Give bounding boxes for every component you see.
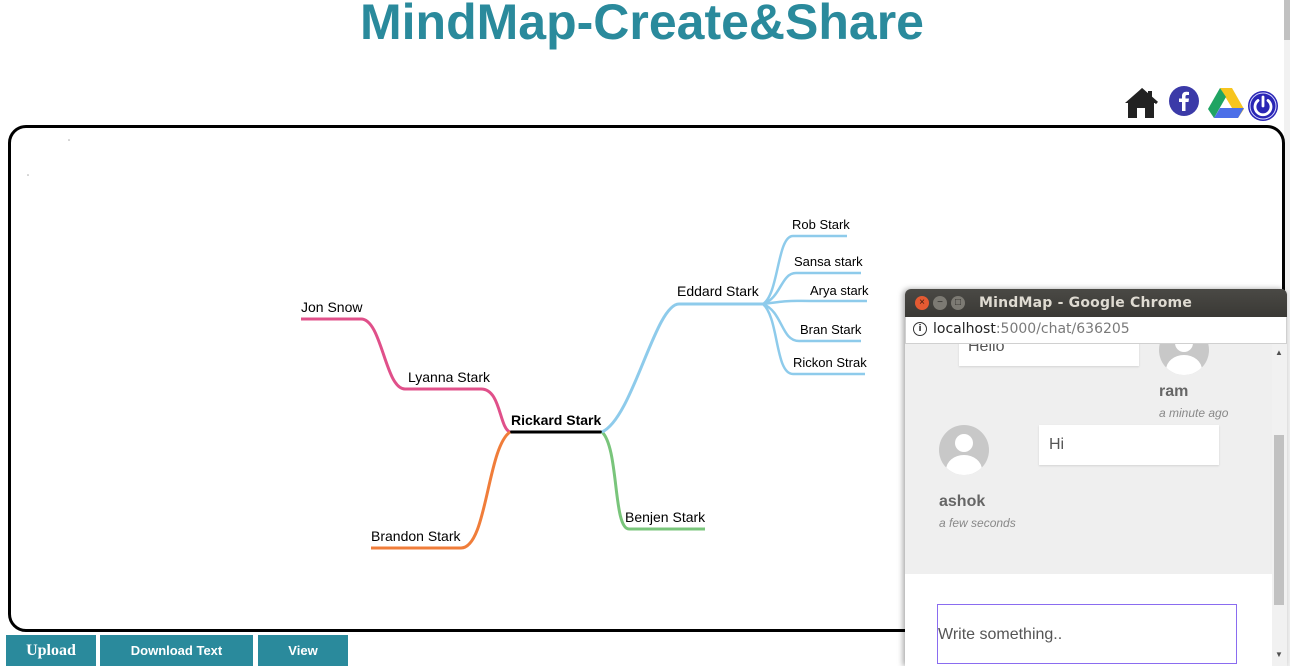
chat-messages: Hello ram a minute ago Hi ashok a few se…	[905, 344, 1272, 666]
edge-lyanna	[405, 387, 511, 434]
page-title: MindMap-Create&Share	[360, 0, 924, 50]
message-text: Hi	[1049, 436, 1065, 453]
node-bran-stark[interactable]: Bran Stark	[800, 322, 861, 338]
window-maximize-button[interactable]: □	[951, 296, 965, 310]
scroll-down-arrow[interactable]: ▼	[1275, 650, 1283, 659]
chat-url-bar[interactable]: i localhost:5000/chat/636205	[905, 317, 1287, 344]
page-scrollbar-thumb[interactable]	[1284, 0, 1290, 40]
canvas-dot	[27, 174, 29, 176]
message-timestamp: a few seconds	[939, 516, 1016, 530]
facebook-icon[interactable]	[1168, 85, 1200, 117]
url-host: localhost	[933, 321, 996, 337]
scroll-up-arrow[interactable]: ▲	[1275, 348, 1283, 357]
message-text: Hello	[968, 344, 1005, 355]
node-lyanna-stark[interactable]: Lyanna Stark	[408, 369, 490, 385]
node-rickon-strak[interactable]: Rickon Strak	[793, 355, 867, 371]
url-path: :5000/chat/636205	[995, 321, 1130, 337]
view-button[interactable]: View	[258, 635, 348, 666]
chat-scrollbar-thumb[interactable]	[1274, 435, 1284, 605]
message-username: ashok	[939, 493, 986, 510]
node-eddard-stark[interactable]: Eddard Stark	[677, 283, 759, 299]
edge-arya	[762, 299, 867, 306]
message-bubble: Hi	[1039, 425, 1219, 465]
chat-window-titlebar[interactable]: × − □ MindMap - Google Chrome	[905, 289, 1287, 317]
message-input[interactable]: Write something..	[937, 604, 1237, 664]
chat-popup-window: × − □ MindMap - Google Chrome i localhos…	[905, 289, 1287, 666]
node-rickard-stark[interactable]: Rickard Stark	[511, 412, 601, 428]
chat-scrollbar[interactable]: ▲ ▼	[1272, 344, 1287, 666]
edge-eddard	[601, 302, 763, 434]
node-rob-stark[interactable]: Rob Stark	[792, 217, 850, 233]
chat-window-title: MindMap - Google Chrome	[979, 295, 1193, 311]
message-bubble: Hello	[959, 344, 1139, 366]
canvas-dot	[68, 139, 70, 141]
download-text-button[interactable]: Download Text	[100, 635, 253, 666]
edge-jon	[301, 317, 406, 391]
avatar	[939, 425, 989, 475]
window-minimize-button[interactable]: −	[933, 296, 947, 310]
node-benjen-stark[interactable]: Benjen Stark	[625, 509, 705, 525]
message-input-placeholder: Write something..	[938, 626, 1063, 643]
compose-area: Write something..	[905, 574, 1272, 666]
upload-button[interactable]: Upload	[6, 635, 96, 666]
window-close-button[interactable]: ×	[915, 296, 929, 310]
home-icon[interactable]	[1123, 86, 1159, 120]
google-drive-icon[interactable]	[1208, 87, 1244, 119]
node-sansa-stark[interactable]: Sansa stark	[794, 254, 863, 270]
message-timestamp: a minute ago	[1159, 406, 1229, 420]
power-icon[interactable]	[1247, 90, 1279, 122]
info-icon[interactable]: i	[913, 322, 927, 336]
avatar	[1159, 344, 1209, 375]
node-jon-snow[interactable]: Jon Snow	[301, 299, 362, 315]
url-text[interactable]: localhost:5000/chat/636205	[933, 321, 1130, 337]
message-username: ram	[1159, 383, 1189, 400]
node-arya-stark[interactable]: Arya stark	[810, 283, 869, 299]
node-brandon-stark[interactable]: Brandon Stark	[371, 528, 461, 544]
